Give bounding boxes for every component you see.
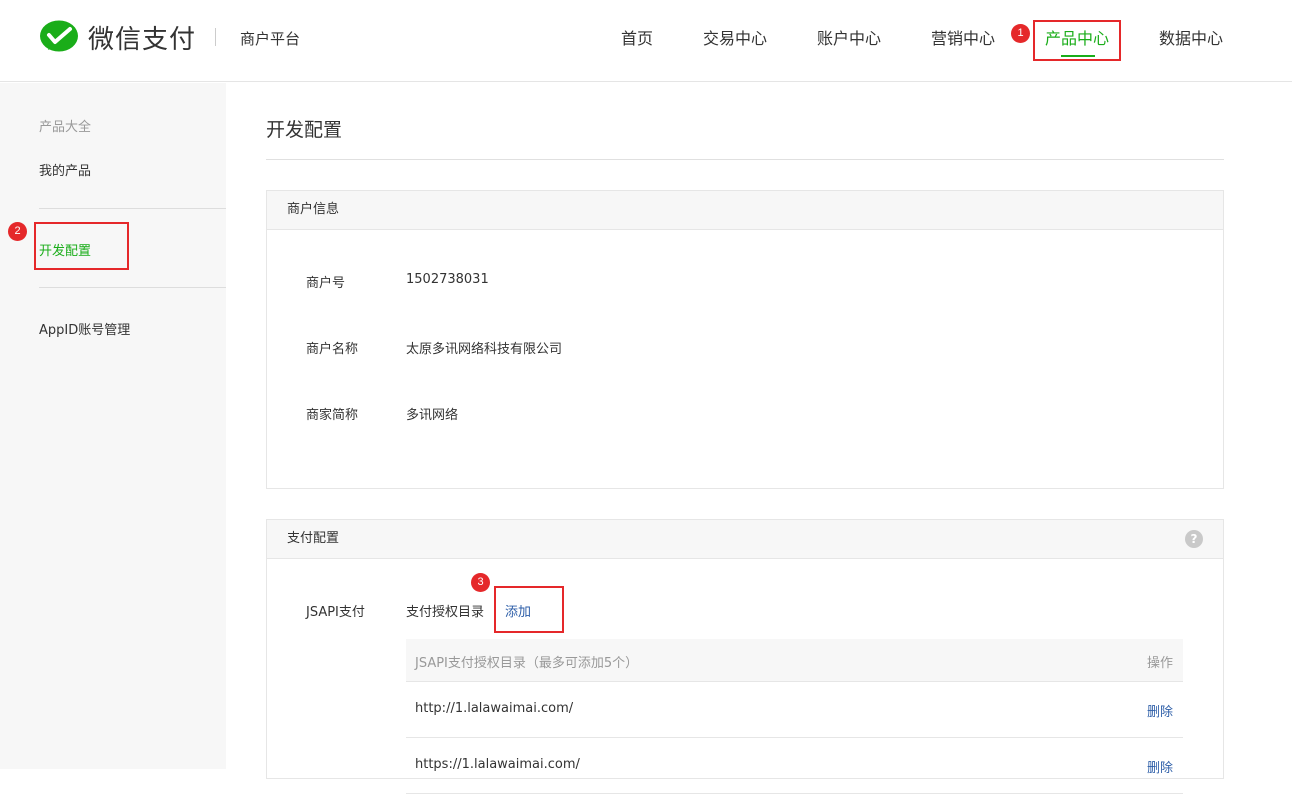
page-title: 开发配置 xyxy=(266,119,343,141)
sidebar-item-my-products[interactable]: 我的产品 xyxy=(39,160,91,179)
auth-dir-label: 支付授权目录 xyxy=(406,605,485,620)
merchant-short-name-label: 商家简称 xyxy=(306,408,359,423)
title-divider xyxy=(266,159,1224,160)
merchant-id-value: 1502738031 xyxy=(406,272,489,287)
action-column-header: 操作 xyxy=(1146,656,1173,671)
sidebar-divider xyxy=(39,287,226,288)
help-icon[interactable]: ? xyxy=(1185,530,1203,548)
auth-dir-table-header: JSAPI支付授权目录（最多可添加5个） 操作 xyxy=(406,639,1183,682)
merchant-id-label: 商户号 xyxy=(306,276,346,291)
pay-config-heading: 支付配置 ? xyxy=(267,520,1223,559)
merchant-short-name-value: 多讯网络 xyxy=(406,408,459,423)
table-row: https://1.lalawaimai.com/ 删除 xyxy=(406,738,1183,794)
table-row: http://1.lalawaimai.com/ 删除 xyxy=(406,682,1183,738)
wechat-pay-logo[interactable]: 微信支付 xyxy=(40,19,196,56)
annotation-box-dev-config xyxy=(34,222,129,270)
auth-dir-table: JSAPI支付授权目录（最多可添加5个） 操作 http://1.lalawai… xyxy=(406,639,1183,794)
platform-title: 商户平台 xyxy=(240,30,301,48)
header-divider xyxy=(215,28,216,46)
nav-marketing-center[interactable]: 营销中心 xyxy=(931,25,995,49)
annotation-box-product-center xyxy=(1033,20,1121,61)
delete-button[interactable]: 删除 xyxy=(1147,701,1173,720)
wechat-pay-logo-icon xyxy=(40,20,78,51)
nav-home[interactable]: 首页 xyxy=(621,25,653,49)
jsapi-pay-label: JSAPI支付 xyxy=(306,605,365,620)
auth-dir-url: http://1.lalawaimai.com/ xyxy=(415,701,574,716)
brand-name: 微信支付 xyxy=(88,25,197,55)
nav-data-center[interactable]: 数据中心 xyxy=(1159,25,1223,49)
nav-trade-center[interactable]: 交易中心 xyxy=(703,25,767,49)
auth-dir-url: https://1.lalawaimai.com/ xyxy=(415,757,580,772)
nav-account-center[interactable]: 账户中心 xyxy=(817,25,881,49)
pay-config-title: 支付配置 xyxy=(287,531,340,546)
auth-dir-column-header: JSAPI支付授权目录（最多可添加5个） xyxy=(415,656,639,671)
merchant-name-value: 太原多讯网络科技有限公司 xyxy=(406,342,563,357)
sidebar-divider xyxy=(39,208,226,209)
annotation-badge-1: 1 xyxy=(1011,24,1030,43)
merchant-name-label: 商户名称 xyxy=(306,342,359,357)
annotation-badge-3: 3 xyxy=(471,573,490,592)
sidebar-item-appid-management[interactable]: AppID账号管理 xyxy=(39,319,130,338)
annotation-badge-2: 2 xyxy=(8,222,27,241)
delete-button[interactable]: 删除 xyxy=(1147,757,1173,776)
annotation-box-add xyxy=(494,586,564,633)
sidebar-title: 产品大全 xyxy=(39,120,92,135)
merchant-info-heading: 商户信息 xyxy=(267,191,1223,230)
sidebar: 产品大全 我的产品 开发配置 AppID账号管理 xyxy=(0,83,226,769)
